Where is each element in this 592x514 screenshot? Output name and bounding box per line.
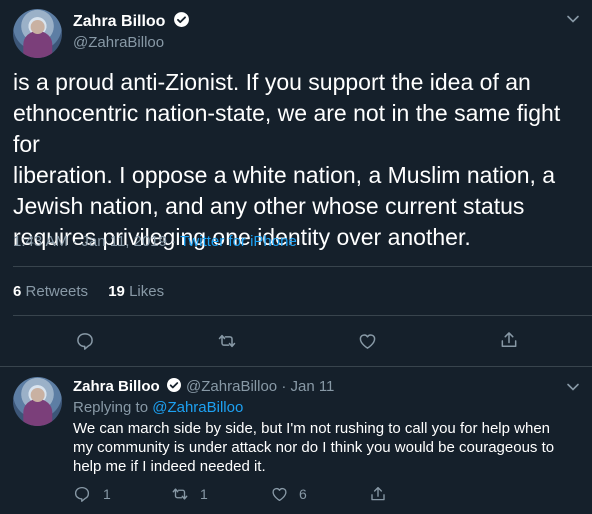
retweet-icon[interactable] xyxy=(216,331,238,351)
reply-icon[interactable] xyxy=(75,331,95,351)
share-icon[interactable] xyxy=(499,330,519,350)
retweets-stat[interactable]: 6 Retweets xyxy=(13,283,88,300)
retweet-icon xyxy=(170,485,190,503)
reply-text-line: my community is under attack nor do I th… xyxy=(73,439,555,456)
reply-date[interactable]: · Jan 11 xyxy=(281,378,334,395)
author-name[interactable]: Zahra Billoo xyxy=(73,13,165,30)
chevron-down-icon[interactable] xyxy=(566,380,580,394)
share-icon[interactable] xyxy=(369,485,387,503)
reply-count: 1 xyxy=(103,486,111,502)
like-icon[interactable] xyxy=(357,331,378,351)
replying-to-label: Replying to xyxy=(73,399,149,416)
reply-author-avatar[interactable] xyxy=(13,377,62,426)
verified-badge-icon xyxy=(173,11,190,33)
tweet-source-link[interactable]: Twitter for iPhone xyxy=(180,233,297,250)
likes-stat[interactable]: 19 Likes xyxy=(108,283,164,300)
likes-count: 19 xyxy=(108,283,125,300)
author-handle[interactable]: @ZahraBilloo xyxy=(73,34,164,51)
retweet-count: 1 xyxy=(200,486,208,502)
tweet-text-line: is a proud anti-Zionist. If you support … xyxy=(13,69,531,95)
replying-to-handle[interactable]: @ZahraBilloo xyxy=(152,399,243,416)
tweet-text-line: liberation. I oppose a white nation, a M… xyxy=(13,162,556,188)
meta-separator: · xyxy=(167,233,181,250)
tweet-text: is a proud anti-Zionist. If you support … xyxy=(13,67,583,253)
divider xyxy=(13,315,592,316)
retweets-count: 6 xyxy=(13,283,22,300)
verified-badge-icon xyxy=(166,377,182,397)
divider xyxy=(0,366,592,367)
tweet-text-line: ethnocentric nation-state, we are not in… xyxy=(13,100,561,157)
likes-label: Likes xyxy=(129,283,165,300)
reply-author-handle[interactable]: @ZahraBilloo xyxy=(186,378,277,395)
reply-action-reply[interactable]: 1 xyxy=(73,485,111,503)
like-icon xyxy=(270,485,289,503)
chevron-down-icon[interactable] xyxy=(566,12,580,26)
author-avatar[interactable] xyxy=(13,9,62,58)
tweet-stats: 6 Retweets 19 Likes xyxy=(13,283,164,300)
like-count: 6 xyxy=(299,486,307,502)
reply-text-line: help me if I indeed needed it. xyxy=(73,458,266,475)
reply-icon xyxy=(73,485,91,503)
reply-action-retweet[interactable]: 1 xyxy=(170,485,208,503)
divider xyxy=(13,266,592,267)
reply-text-line: We can march side by side, but I'm not r… xyxy=(73,420,550,437)
tweet-meta: 1:43 AM · Jan 11, 2019 · Twitter for iPh… xyxy=(13,233,297,250)
tweet-text-line: Jewish nation, and any other whose curre… xyxy=(13,193,525,219)
reply-text: We can march side by side, but I'm not r… xyxy=(73,419,588,476)
tweet-timestamp[interactable]: 1:43 AM · Jan 11, 2019 xyxy=(13,233,167,250)
retweets-label: Retweets xyxy=(25,283,89,300)
reply-action-like[interactable]: 6 xyxy=(270,485,307,503)
reply-author-name[interactable]: Zahra Billoo xyxy=(73,378,160,395)
